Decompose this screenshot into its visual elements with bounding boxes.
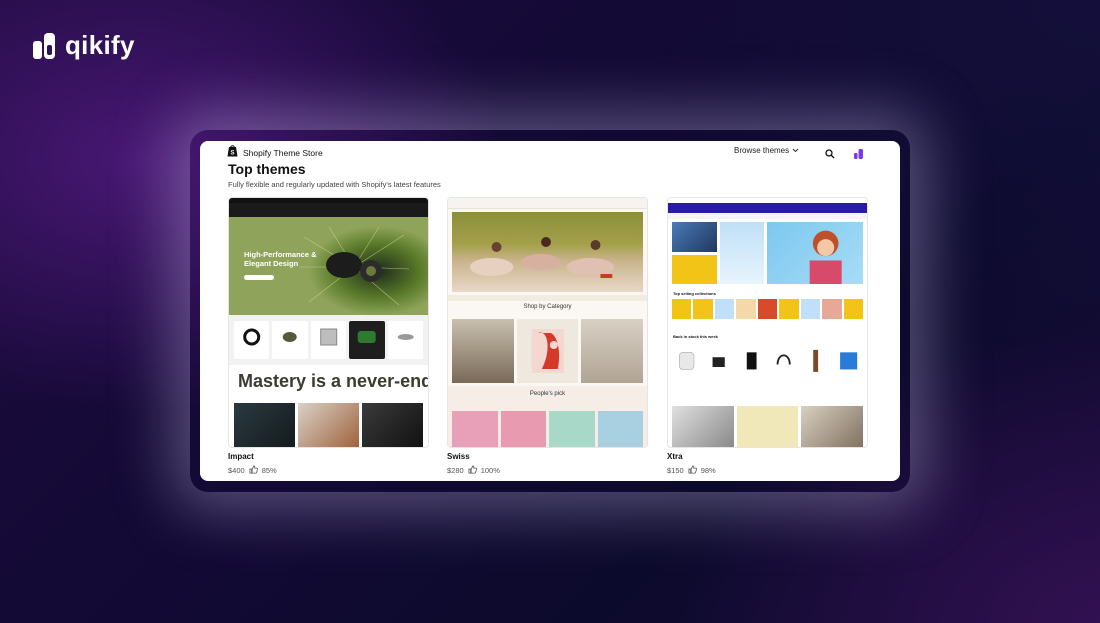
- svg-text:S: S: [230, 151, 234, 157]
- thumbs-up-icon: [688, 465, 697, 476]
- theme-store-window: S Shopify Theme Store Browse themes Top …: [200, 141, 900, 481]
- theme-rating: 100%: [480, 466, 500, 475]
- theme-name[interactable]: Xtra: [667, 452, 868, 461]
- page-subtitle: Fully flexible and regularly updated wit…: [228, 180, 441, 189]
- browse-themes-label: Browse themes: [734, 146, 790, 155]
- theme-preview-swiss[interactable]: Shop by Category People's pick: [447, 197, 648, 448]
- store-title: Shopify Theme Store: [243, 148, 323, 158]
- store-header: S Shopify Theme Store Browse themes: [200, 141, 900, 161]
- chevron-down-icon: [792, 146, 799, 155]
- qikify-logo-icon: [33, 31, 57, 61]
- search-icon[interactable]: [825, 146, 835, 164]
- xtra-section-restock: Back in stock this week: [673, 334, 718, 339]
- theme-rating: 85%: [261, 466, 277, 475]
- theme-name[interactable]: Swiss: [447, 452, 648, 461]
- thumbs-up-icon: [249, 465, 258, 476]
- swiss-section-picks: People's pick: [529, 391, 566, 397]
- store-logo[interactable]: S Shopify Theme Store: [227, 144, 323, 162]
- impact-hero-text: High-Performance & Elegant Design: [244, 250, 317, 268]
- theme-meta: $150 98%: [667, 465, 868, 476]
- qikify-wordmark: qikify: [65, 30, 135, 60]
- theme-meta: $400 85%: [228, 465, 429, 476]
- shopify-bag-icon: S: [227, 144, 238, 162]
- theme-preview-impact[interactable]: High-Performance & Elegant Design Master…: [228, 197, 429, 448]
- theme-meta: $280 100%: [447, 465, 648, 476]
- xtra-section-collections: Top selling collections: [673, 291, 716, 296]
- theme-preview-xtra[interactable]: Top selling collections Back in stock th…: [667, 197, 868, 448]
- browse-themes-button[interactable]: Browse themes: [734, 146, 799, 155]
- theme-card-impact[interactable]: High-Performance & Elegant Design Master…: [228, 197, 429, 476]
- qikify-brand-icon[interactable]: [854, 146, 863, 164]
- swiss-section-category: Shop by Category: [523, 304, 572, 310]
- theme-price: $150: [667, 466, 684, 475]
- theme-price: $400: [228, 466, 245, 475]
- qikify-logo: qikify: [33, 30, 135, 61]
- theme-price: $280: [447, 466, 464, 475]
- theme-card-xtra[interactable]: Top selling collections Back in stock th…: [667, 197, 868, 476]
- impact-tagline: Mastery is a never-endin: [238, 371, 429, 391]
- thumbs-up-icon: [468, 465, 477, 476]
- theme-card-swiss[interactable]: Shop by Category People's pick Swiss $28…: [447, 197, 648, 476]
- theme-rating: 98%: [700, 466, 716, 475]
- page-title: Top themes: [228, 161, 306, 177]
- theme-name[interactable]: Impact: [228, 452, 429, 461]
